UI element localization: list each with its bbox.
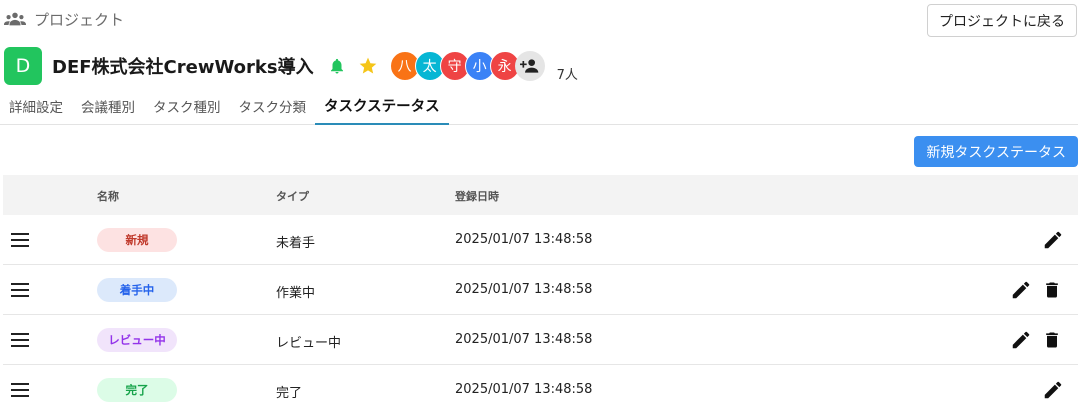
status-badge: 完了	[97, 378, 177, 402]
created-at: 2025/01/07 13:48:58	[455, 382, 593, 397]
new-task-status-button[interactable]: 新規タスクステータス	[914, 136, 1078, 167]
trash-icon[interactable]	[1042, 329, 1062, 351]
tab-details[interactable]: 詳細設定	[0, 88, 72, 124]
column-header-created: 登録日時	[455, 190, 499, 203]
table-row[interactable]: 完了 完了 2025/01/07 13:48:58	[3, 365, 1078, 412]
tab-task-types[interactable]: タスク種別	[144, 88, 230, 124]
column-header-type: タイプ	[276, 190, 309, 203]
member-count: 7人	[556, 67, 578, 83]
tab-meeting-types[interactable]: 会議種別	[72, 88, 144, 124]
drag-handle-icon[interactable]	[11, 331, 31, 349]
back-to-project-button[interactable]: プロジェクトに戻る	[927, 4, 1077, 37]
star-icon[interactable]	[358, 56, 378, 76]
edit-icon[interactable]	[1010, 279, 1032, 301]
edit-icon[interactable]	[1010, 329, 1032, 351]
project-title: DEF株式会社CrewWorks導入	[52, 57, 314, 78]
status-badge: レビュー中	[97, 328, 177, 352]
task-status-table: 名称 タイプ 登録日時 新規 未着手 2025/01/07 13:48:58 着…	[3, 175, 1078, 412]
settings-tabs: 詳細設定 会議種別 タスク種別 タスク分類 タスクステータス	[0, 88, 1078, 125]
drag-handle-icon[interactable]	[11, 381, 31, 399]
people-icon	[4, 12, 26, 26]
member-list[interactable]: 八 太 守 小 永	[389, 51, 549, 81]
status-type: 未着手	[276, 236, 316, 251]
tab-task-categories[interactable]: タスク分類	[230, 88, 316, 124]
created-at: 2025/01/07 13:48:58	[455, 332, 593, 347]
bell-icon[interactable]	[328, 57, 346, 75]
edit-icon[interactable]	[1042, 379, 1064, 401]
project-avatar: D	[4, 47, 42, 85]
breadcrumb[interactable]: プロジェクト	[4, 8, 124, 30]
table-header: 名称 タイプ 登録日時	[3, 175, 1078, 215]
created-at: 2025/01/07 13:48:58	[455, 282, 593, 297]
status-type: 作業中	[276, 286, 316, 301]
drag-handle-icon[interactable]	[11, 281, 31, 299]
tab-task-statuses[interactable]: タスクステータス	[315, 88, 449, 125]
status-badge: 着手中	[97, 278, 177, 302]
trash-icon[interactable]	[1042, 279, 1062, 301]
status-badge: 新規	[97, 228, 177, 252]
add-member-icon[interactable]	[514, 51, 545, 81]
table-row[interactable]: レビュー中 レビュー中 2025/01/07 13:48:58	[3, 315, 1078, 365]
table-row[interactable]: 着手中 作業中 2025/01/07 13:48:58	[3, 265, 1078, 315]
table-row[interactable]: 新規 未着手 2025/01/07 13:48:58	[3, 215, 1078, 265]
project-header: D DEF株式会社CrewWorks導入 八 太 守 小 永 7人	[4, 46, 578, 86]
edit-icon[interactable]	[1042, 229, 1064, 251]
column-header-name: 名称	[97, 190, 119, 203]
created-at: 2025/01/07 13:48:58	[455, 232, 593, 247]
status-type: レビュー中	[276, 336, 342, 351]
drag-handle-icon[interactable]	[11, 231, 31, 249]
status-type: 完了	[276, 386, 303, 401]
breadcrumb-label: プロジェクト	[34, 10, 125, 29]
